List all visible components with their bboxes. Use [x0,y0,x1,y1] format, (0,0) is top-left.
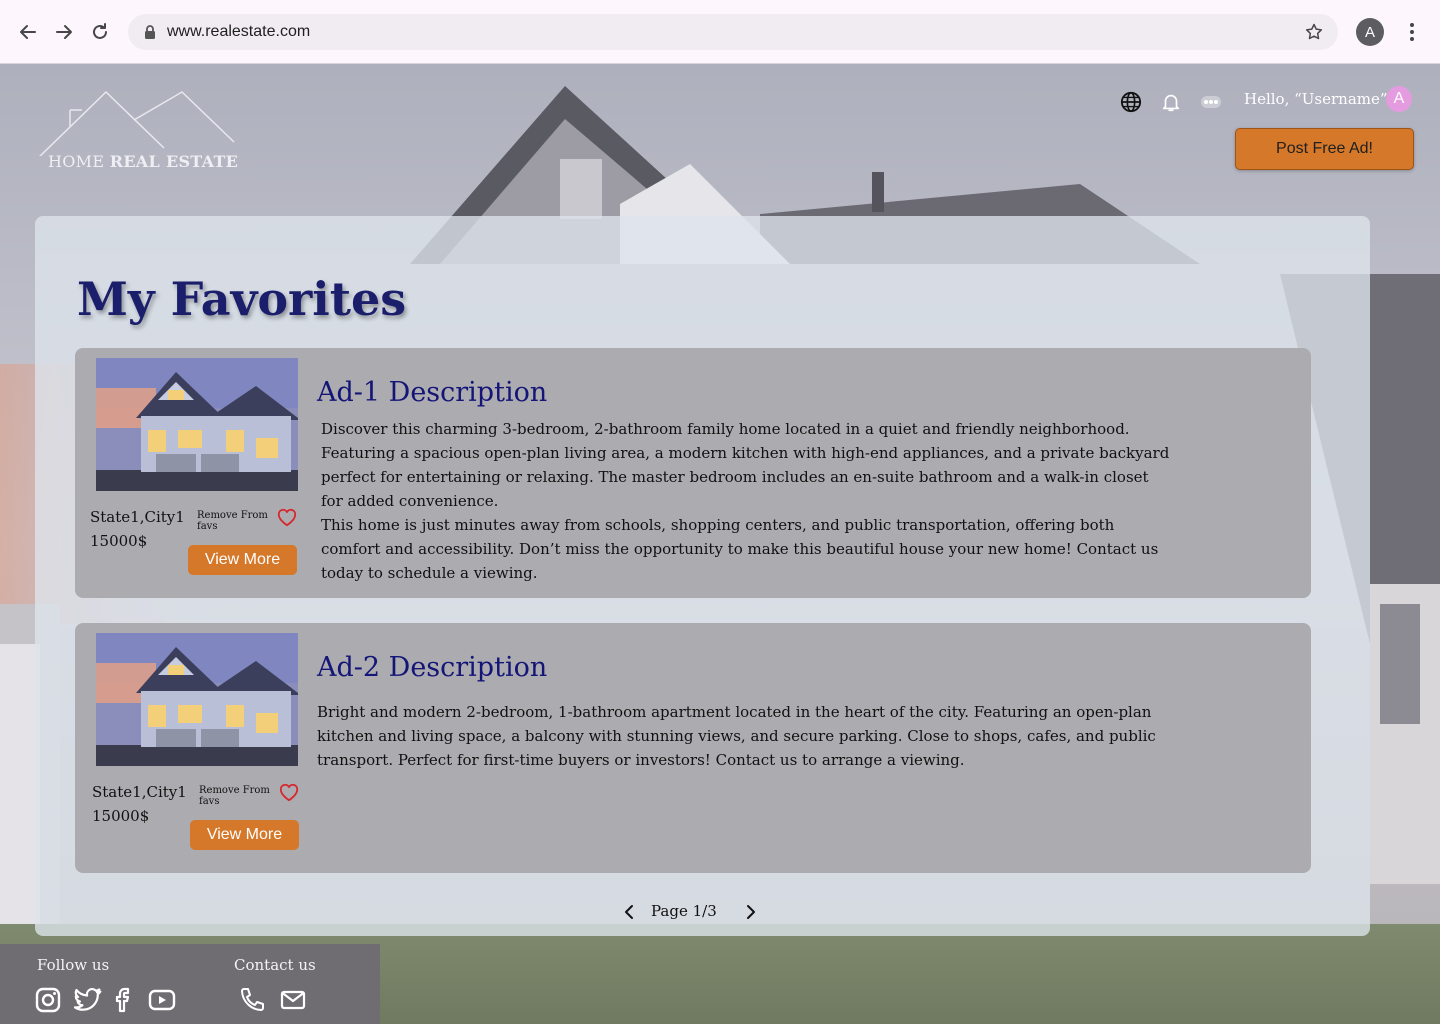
remove-from-favs-label[interactable]: Remove From favs [199,785,279,807]
ad-thumbnail-image[interactable] [96,633,298,766]
youtube-icon[interactable] [148,986,176,1014]
heart-icon[interactable] [278,782,300,802]
ad-description: Bright and modern 2-bedroom, 1-bathroom … [317,700,1167,772]
ad-price: 15000$ [90,532,148,550]
reload-icon[interactable] [86,18,114,46]
back-icon[interactable] [14,18,42,46]
ad-description-paragraph: Discover this charming 3-bedroom, 2-bath… [321,420,1170,510]
globe-icon[interactable] [1119,90,1143,114]
bookmark-star-icon[interactable] [1304,22,1324,46]
previous-page-icon[interactable] [619,902,639,922]
lock-icon [144,24,156,44]
bell-icon[interactable] [1159,90,1183,114]
ad-title[interactable]: Ad-1 Description [317,377,547,408]
forward-icon[interactable] [50,18,78,46]
user-greeting: Hello, “Username” [1244,90,1388,108]
page-indicator: Page 1/3 [651,902,717,920]
favorite-ad-card: State1,City1 15000$ Remove From favs Vie… [75,623,1311,873]
favorites-panel: My Favorites State1,City1 15000$ Remove … [35,216,1370,936]
more-options-icon[interactable] [1199,90,1223,114]
ad-description-paragraph: Bright and modern 2-bedroom, 1-bathroom … [317,703,1156,769]
heart-icon[interactable] [276,507,298,527]
view-more-button[interactable]: View More [188,545,297,575]
address-bar[interactable]: www.realestate.com [128,14,1338,50]
post-free-ad-button[interactable]: Post Free Ad! [1235,128,1414,170]
next-page-icon[interactable] [741,902,761,922]
page-title: My Favorites [77,272,407,326]
ad-location: State1,City1 [92,783,187,801]
ad-price: 15000$ [92,807,150,825]
site-logo[interactable]: HOME REAL ESTATE [34,90,244,180]
twitter-icon[interactable] [74,986,102,1014]
logo-text: HOME REAL ESTATE [48,152,239,171]
url-text: www.realestate.com [167,23,311,40]
page-content: HOME REAL ESTATE Hello, “Username” A Pos… [0,64,1440,1024]
browser-menu-icon[interactable] [1400,18,1424,46]
instagram-icon[interactable] [34,986,62,1014]
favorite-ad-card: State1,City1 15000$ Remove From favs Vie… [75,348,1311,598]
ad-title[interactable]: Ad-2 Description [317,652,547,683]
browser-profile-avatar[interactable]: A [1356,18,1384,46]
ad-description: Discover this charming 3-bedroom, 2-bath… [321,417,1171,585]
phone-icon[interactable] [238,986,266,1014]
remove-from-favs-label[interactable]: Remove From favs [197,510,277,532]
ad-description-paragraph: This home is just minutes away from scho… [321,516,1159,582]
follow-us-heading: Follow us [37,956,110,974]
contact-us-heading: Contact us [234,956,316,974]
ad-location: State1,City1 [90,508,185,526]
email-icon[interactable] [279,986,307,1014]
browser-toolbar: www.realestate.com A [0,0,1440,64]
ad-thumbnail-image[interactable] [96,358,298,491]
user-avatar[interactable]: A [1386,86,1412,112]
facebook-icon[interactable] [108,986,136,1014]
view-more-button[interactable]: View More [190,820,299,850]
logo-roof-icon [35,90,235,161]
